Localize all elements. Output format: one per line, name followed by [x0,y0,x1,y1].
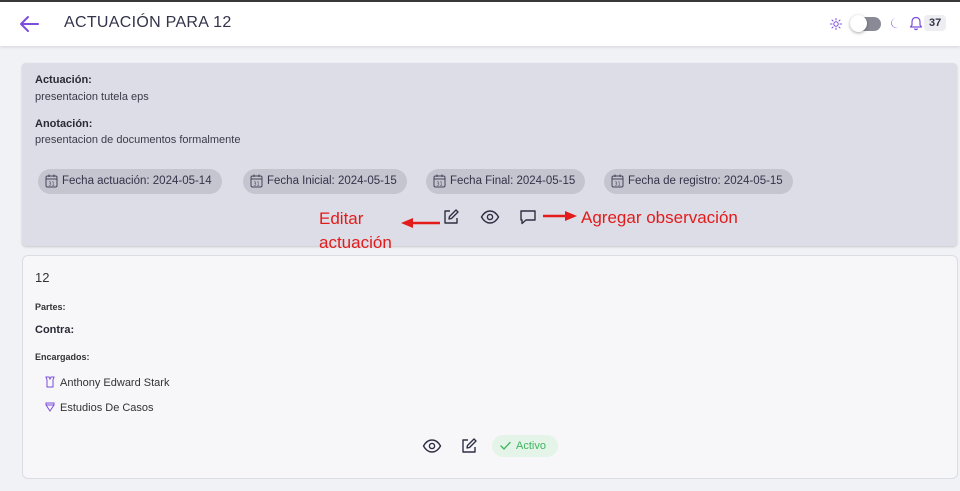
chip-fecha-inicial: 31 Fecha Inicial: 2024-05-15 [243,169,407,194]
process-card: 12 Partes: Contra: Encargados: Anthony E… [22,255,958,479]
app-header: ACTUACIÓN PARA 12 37 [0,2,960,46]
bell-icon[interactable] [909,16,923,31]
check-icon [500,441,511,450]
notification-count-badge[interactable]: 37 [924,15,947,31]
chip-label: Fecha actuación: 2024-05-14 [62,175,212,187]
comment-icon[interactable] [519,208,537,226]
toggle-knob [850,15,867,32]
arrow-right-annotation-icon [543,211,577,221]
encargado-item: Estudios De Casos [45,402,154,414]
annotation-edit-line2: actuación [319,233,392,252]
diamond-icon [45,402,55,412]
encargados-label: Encargados: [35,352,90,362]
anotacion-label: Anotación: [35,118,93,130]
calendar-icon: 31 [611,174,624,188]
svg-text:31: 31 [253,182,259,188]
encargado-name: Estudios De Casos [60,402,154,414]
actuacion-card: Actuación: presentacion tutela eps Anota… [22,63,957,246]
chip-label: Fecha Inicial: 2024-05-15 [267,175,397,187]
status-text: Activo [516,440,546,452]
edit-icon[interactable] [460,437,478,455]
encargado-item: Anthony Edward Stark [45,376,170,389]
anotacion-value: presentacion de documentos formalmente [35,134,241,146]
contra-label: Contra: [35,324,75,336]
chip-label: Fecha de registro: 2024-05-15 [628,175,783,187]
svg-text:31: 31 [614,182,620,188]
actuacion-label: Actuación: [35,74,92,86]
svg-text:31: 31 [436,182,442,188]
encargado-name: Anthony Edward Stark [60,377,170,389]
chip-fecha-registro: 31 Fecha de registro: 2024-05-15 [604,169,793,194]
process-number: 12 [35,270,50,285]
arrow-left-annotation-icon [401,218,440,228]
svg-text:31: 31 [48,182,54,188]
actuacion-value: presentacion tutela eps [35,91,149,103]
sun-icon [830,18,842,30]
annotation-edit-line1: Editar [319,209,364,228]
edit-icon[interactable] [442,208,460,226]
calendar-icon: 31 [433,174,446,188]
chip-label: Fecha Final: 2024-05-15 [450,175,576,187]
status-badge: Activo [492,435,558,457]
theme-toggle[interactable] [850,15,881,32]
chip-fecha-final: 31 Fecha Final: 2024-05-15 [426,169,586,194]
moon-icon [891,18,899,29]
eye-icon[interactable] [422,437,442,455]
arrow-left-icon[interactable] [18,15,40,33]
partes-label: Partes: [35,302,66,312]
chip-fecha-actuacion: 31 Fecha actuación: 2024-05-14 [38,169,222,194]
page-title: ACTUACIÓN PARA 12 [64,14,232,31]
eye-icon[interactable] [480,208,500,226]
user-tie-icon [45,376,55,388]
calendar-icon: 31 [45,174,58,188]
annotation-observation: Agregar observación [581,208,738,227]
calendar-icon: 31 [250,174,263,188]
